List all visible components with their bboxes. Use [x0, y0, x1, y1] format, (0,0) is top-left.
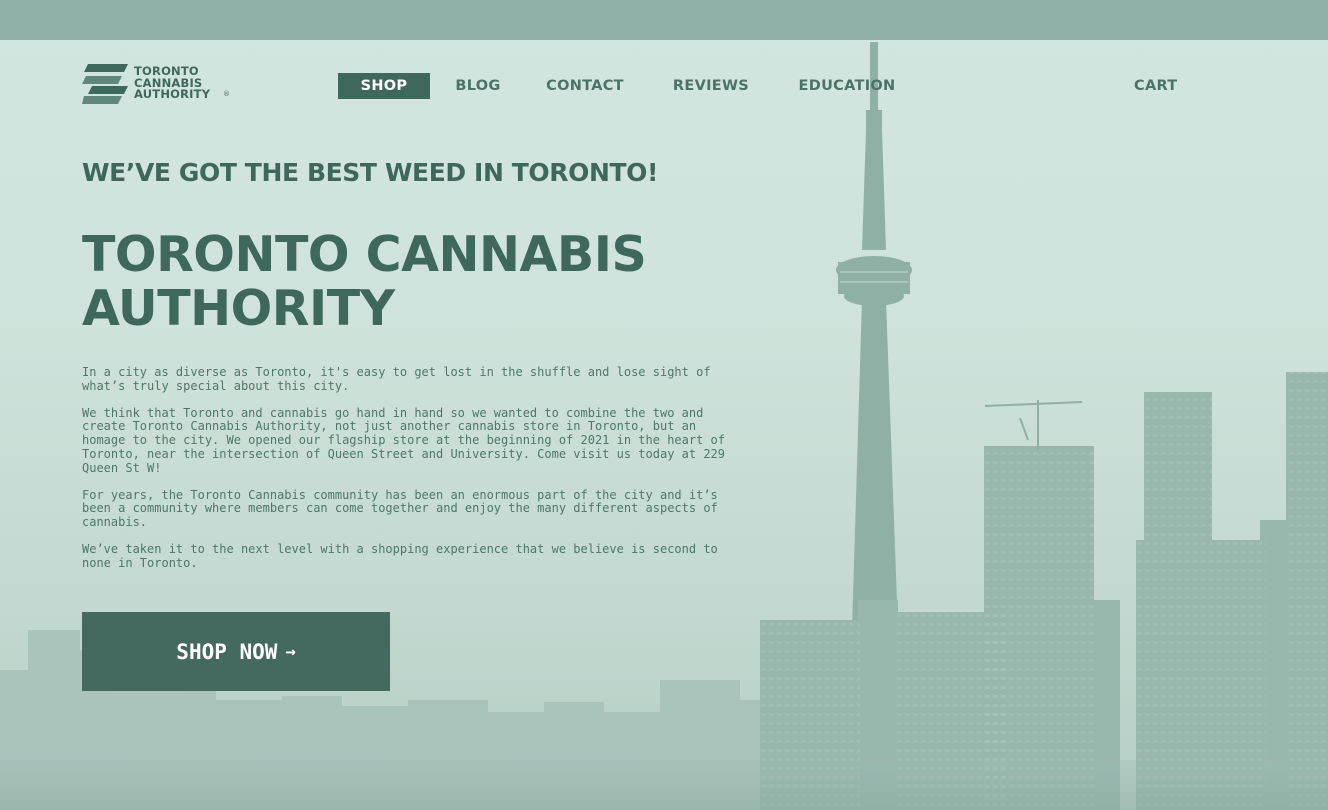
arrow-right-icon: →	[285, 641, 296, 662]
paragraph-experience: We’ve taken it to the next level with a …	[82, 541, 718, 570]
nav-item-reviews[interactable]: REVIEWS	[664, 73, 758, 99]
hero-headline: TORONTO CANNABIS AUTHORITY	[82, 228, 802, 336]
nav-item-shop[interactable]: SHOP	[338, 73, 430, 99]
headline-line-1: TORONTO CANNABIS	[82, 226, 647, 283]
registered-mark: ®	[223, 90, 230, 98]
hero-body: In a city as diverse as Toronto, it's ea…	[82, 365, 742, 584]
paragraph-intro: In a city as diverse as Toronto, it's ea…	[82, 365, 711, 393]
nav-item-education[interactable]: EDUCATION	[788, 73, 906, 99]
logo-wordmark: TORONTO CANNABIS AUTHORITY	[134, 65, 211, 101]
nav-item-blog[interactable]: BLOG	[442, 73, 514, 99]
nav-item-contact[interactable]: CONTACT	[536, 73, 634, 99]
logo-line-3: AUTHORITY	[134, 87, 211, 101]
shop-now-label: SHOP NOW	[176, 639, 278, 664]
headline-line-2: AUTHORITY	[82, 280, 395, 337]
paragraph-story: We think that Toronto and cannabis go ha…	[82, 405, 725, 475]
cart-link[interactable]: CART	[1134, 73, 1177, 99]
paragraph-community: For years, the Toronto Cannabis communit…	[82, 487, 718, 530]
hero-tagline: WE’VE GOT THE BEST WEED IN TORONTO!	[82, 158, 659, 187]
logo-mark-icon	[82, 64, 128, 104]
shop-now-button[interactable]: SHOP NOW →	[82, 612, 390, 691]
site-logo[interactable]: TORONTO CANNABIS AUTHORITY ®	[82, 62, 232, 108]
